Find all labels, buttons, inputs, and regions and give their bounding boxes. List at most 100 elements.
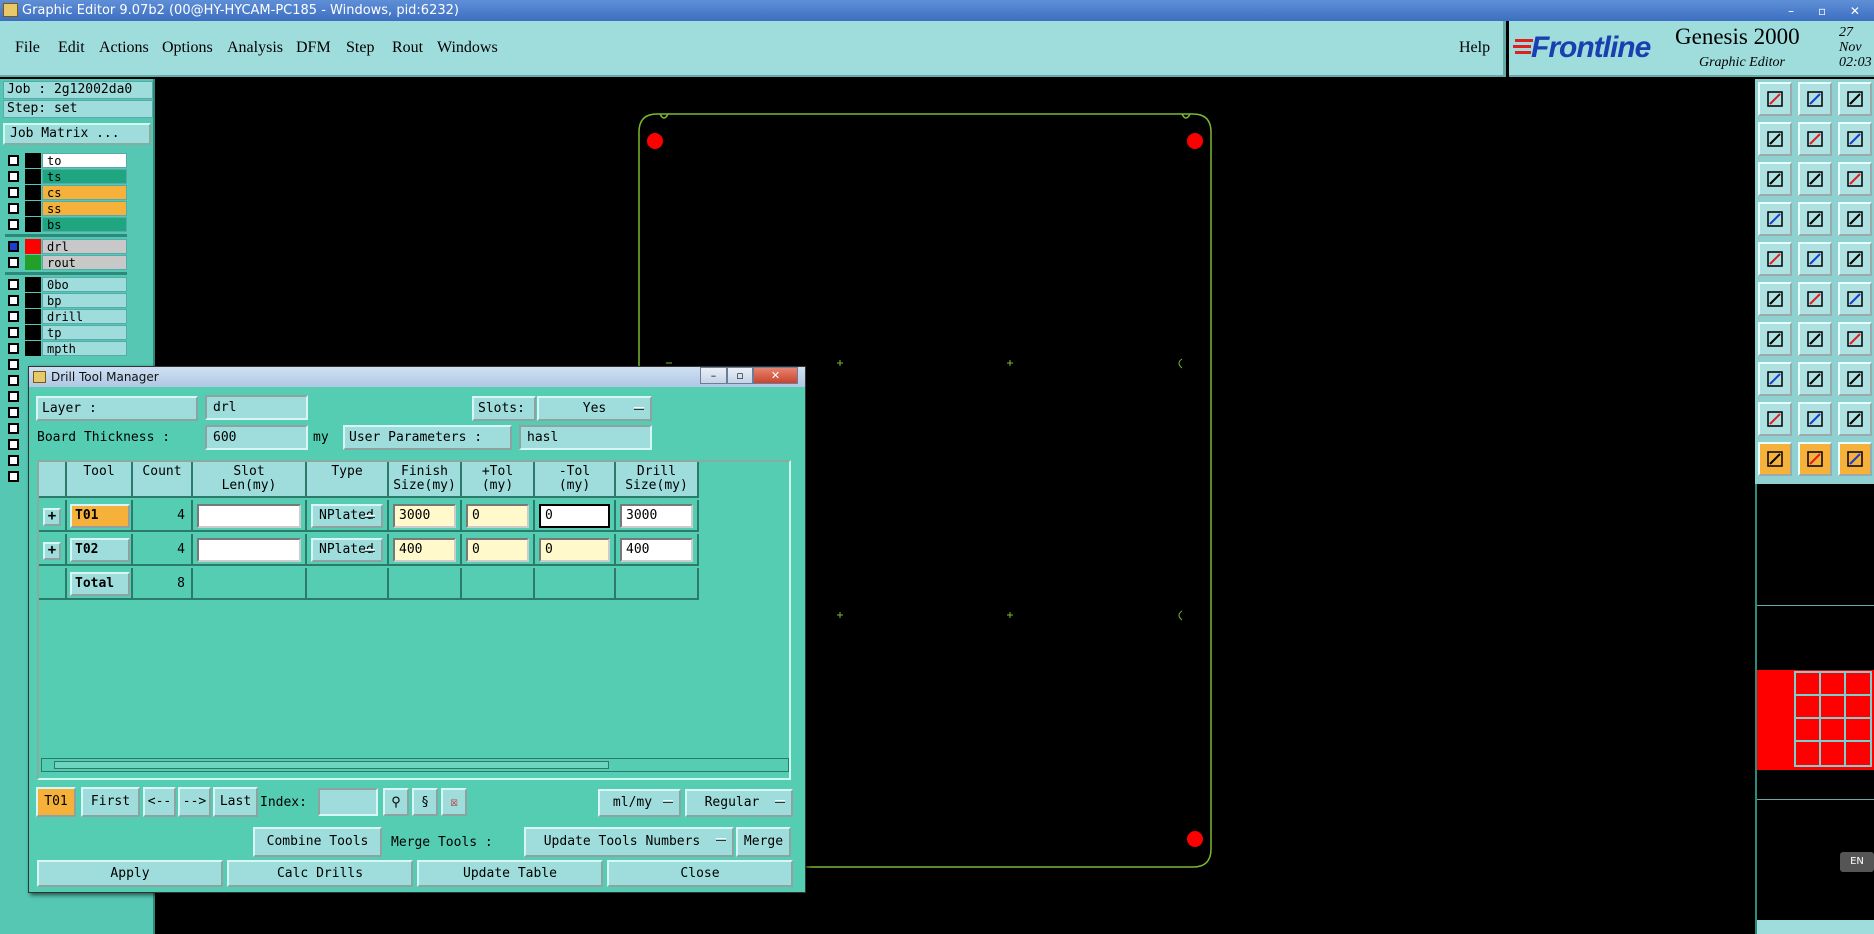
layer-row-drl[interactable]: drl — [5, 239, 127, 254]
layer-checkbox[interactable] — [8, 257, 19, 268]
layer-checkbox[interactable] — [8, 203, 19, 214]
search-icon[interactable]: ⚲ — [383, 788, 409, 816]
grid-icon[interactable] — [1798, 202, 1832, 236]
combine-tools-button[interactable]: Combine Tools — [253, 827, 382, 857]
minus-tol-input[interactable]: 0 — [539, 504, 610, 528]
layer-row-to[interactable]: to — [5, 153, 127, 168]
select-feature-icon[interactable] — [1758, 242, 1792, 276]
close-button[interactable]: Close — [607, 860, 793, 887]
layer-checkbox[interactable] — [8, 279, 19, 290]
settings-icon[interactable] — [1758, 202, 1792, 236]
layer-checkbox[interactable] — [8, 375, 19, 386]
tool-name[interactable]: T02 — [70, 538, 130, 562]
measure-ruler-icon[interactable] — [1838, 242, 1872, 276]
route-icon[interactable] — [1758, 282, 1792, 316]
units-option[interactable]: ml/my — [598, 789, 681, 817]
slot-length-input[interactable] — [197, 504, 301, 528]
layer-color-swatch[interactable] — [25, 153, 41, 168]
finish-size-input[interactable]: 3000 — [393, 504, 456, 528]
plus-tol-input[interactable]: 0 — [466, 538, 529, 562]
minimap[interactable] — [1757, 605, 1874, 800]
pointer-select-icon[interactable] — [1798, 442, 1832, 476]
board-thickness-field[interactable]: 600 — [205, 425, 308, 450]
tool-type-option[interactable]: NPlated — [311, 504, 383, 528]
layer-checkbox[interactable] — [8, 407, 19, 418]
layer-checkbox[interactable] — [8, 219, 19, 230]
table-horizontal-scrollbar[interactable] — [41, 758, 789, 772]
drill-size-input[interactable]: 3000 — [620, 504, 693, 528]
expand-row-icon[interactable]: + — [43, 542, 61, 560]
home-icon[interactable] — [1838, 82, 1872, 116]
slots-option[interactable]: Yes — [537, 396, 652, 421]
zoom-fit-icon[interactable] — [1758, 162, 1792, 196]
layer-checkbox[interactable] — [8, 171, 19, 182]
connect-icon[interactable] — [1838, 282, 1872, 316]
slot-length-input[interactable] — [197, 538, 301, 562]
layer-checkbox[interactable] — [8, 327, 19, 338]
snap-icon[interactable] — [1838, 202, 1872, 236]
job-matrix-button[interactable]: Job Matrix ... — [3, 123, 151, 145]
tool-name[interactable]: T01 — [70, 504, 130, 528]
apply-button[interactable]: Apply — [37, 860, 223, 887]
user-parameters-field[interactable]: hasl — [519, 425, 652, 450]
layer-color-swatch[interactable] — [25, 239, 41, 254]
layer-checkbox[interactable] — [8, 155, 19, 166]
layer-color-swatch[interactable] — [25, 293, 41, 308]
user-parameters-button[interactable]: User Parameters : — [343, 425, 512, 450]
tool-type-option[interactable]: NPlated — [311, 538, 383, 562]
drill-size-input[interactable]: 400 — [620, 538, 693, 562]
mode-option[interactable]: Regular — [685, 789, 793, 817]
layer-checkbox[interactable] — [8, 311, 19, 322]
minus-tol-input[interactable]: 0 — [539, 538, 610, 562]
merge-button[interactable]: Merge — [736, 827, 791, 857]
menu-analysis[interactable]: Analysis — [227, 39, 283, 57]
load-layer-icon[interactable] — [1758, 82, 1792, 116]
menu-rout[interactable]: Rout — [392, 39, 423, 57]
line-edit-icon[interactable] — [1798, 322, 1832, 356]
update-table-button[interactable]: Update Table — [417, 860, 603, 887]
layer-row-cs[interactable]: cs — [5, 185, 127, 200]
plus-tol-input[interactable]: 0 — [466, 504, 529, 528]
layer-checkbox[interactable] — [8, 471, 19, 482]
layer-color-swatch[interactable] — [25, 169, 41, 184]
layer-row-mpth[interactable]: mpth — [5, 341, 127, 356]
layer-row-bs[interactable]: bs — [5, 217, 127, 232]
line-cut-icon[interactable] — [1798, 362, 1832, 396]
layer-checkbox[interactable] — [8, 423, 19, 434]
expand-row-icon[interactable]: + — [43, 508, 61, 526]
menu-actions[interactable]: Actions — [99, 39, 149, 57]
next-button[interactable]: --> — [178, 787, 211, 817]
menu-step[interactable]: Step — [346, 39, 374, 57]
menu-windows[interactable]: Windows — [437, 39, 498, 57]
window-controls[interactable]: – ▫ ✕ — [1788, 1, 1870, 22]
layer-color-swatch[interactable] — [25, 325, 41, 340]
merge-option[interactable]: Update Tools Numbers — [524, 827, 734, 857]
menu-help[interactable]: Help — [1459, 39, 1490, 57]
menu-file[interactable]: File — [15, 39, 40, 57]
calc-drills-button[interactable]: Calc Drills — [227, 860, 413, 887]
move-feature-icon[interactable] — [1798, 242, 1832, 276]
layer-color-swatch[interactable] — [25, 277, 41, 292]
layer-checkbox[interactable] — [8, 343, 19, 354]
delete-icon[interactable]: ☒ — [441, 788, 467, 816]
minimize-button[interactable]: – — [700, 367, 727, 384]
layer-checkbox[interactable] — [8, 359, 19, 370]
polygon-icon[interactable] — [1758, 402, 1792, 436]
last-button[interactable]: Last — [213, 787, 258, 817]
layer-checkbox[interactable] — [8, 295, 19, 306]
finish-size-input[interactable]: 400 — [393, 538, 456, 562]
menu-dfm[interactable]: DFM — [296, 39, 331, 57]
layer-row-tp[interactable]: tp — [5, 325, 127, 340]
pointer-icon[interactable] — [1758, 442, 1792, 476]
layer-color-swatch[interactable] — [25, 201, 41, 216]
prev-button[interactable]: <-- — [143, 787, 176, 817]
pan-right-icon[interactable] — [1798, 122, 1832, 156]
layer-color-swatch[interactable] — [25, 185, 41, 200]
first-button[interactable]: First — [81, 787, 140, 817]
layer-color-swatch[interactable] — [25, 217, 41, 232]
polygon-edit-icon[interactable] — [1798, 402, 1832, 436]
dialog-close-icon[interactable]: ✕ — [753, 367, 798, 384]
zoom-back-icon[interactable] — [1838, 122, 1872, 156]
layer-row-drill[interactable]: drill — [5, 309, 127, 324]
pad-add-icon[interactable] — [1758, 362, 1792, 396]
